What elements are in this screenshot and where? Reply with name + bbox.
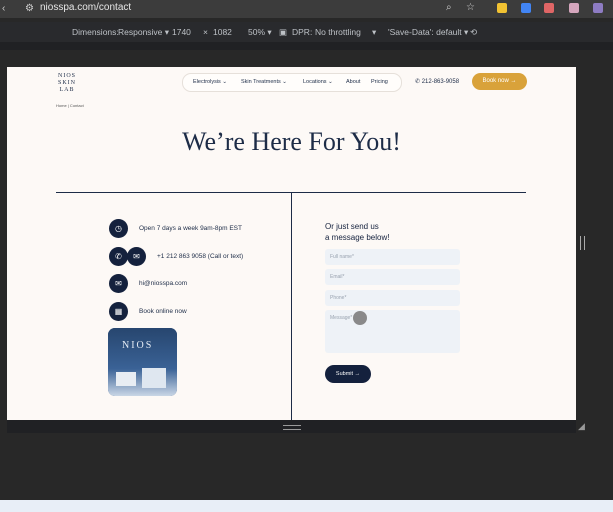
phone-icon[interactable]: ✆: [109, 247, 128, 266]
page-title: We’re Here For You!: [182, 127, 401, 156]
extension-icon[interactable]: [593, 3, 603, 13]
column-divider: [291, 192, 292, 420]
extension-icon[interactable]: [544, 3, 554, 13]
page-viewport: NIOS SKIN LAB Electrolysis ⌄ Skin Treatm…: [7, 67, 576, 420]
spa-photo: NIOS: [108, 328, 177, 396]
bookmark-star-icon[interactable]: ☆: [466, 2, 475, 13]
dpr-label[interactable]: DPR:: [292, 27, 312, 37]
header-phone[interactable]: ✆ 212-863-9058: [415, 78, 459, 85]
devtools-ruler: [0, 42, 613, 50]
book-now-button[interactable]: Book now →: [472, 73, 527, 90]
phone-icon: ✆: [415, 79, 421, 85]
resize-handle-right[interactable]: [580, 236, 585, 250]
url-text[interactable]: niosspa.com/contact: [40, 2, 131, 13]
email-link[interactable]: hi@niosspa.com: [139, 280, 187, 287]
nav-locations[interactable]: Locations ⌄: [303, 79, 333, 85]
browser-address-bar: ‹ ⚙ niosspa.com/contact ⌕ ☆: [0, 0, 613, 18]
phone-field[interactable]: Phone*: [325, 290, 460, 306]
resize-corner-icon[interactable]: ◢: [578, 421, 585, 432]
calendar-icon[interactable]: ▦: [109, 302, 128, 321]
dimensions-label: Dimensions:: [72, 27, 119, 37]
email-field[interactable]: Email*: [325, 269, 460, 285]
device-toolbar: Dimensions: Responsive ▾ 1740 × 1082 50%…: [0, 22, 613, 43]
dimensions-mode-select[interactable]: Responsive ▾: [118, 27, 169, 38]
email-icon[interactable]: ✉: [109, 274, 128, 293]
clock-icon: ◷: [109, 219, 128, 238]
photo-sign-text: NIOS: [122, 340, 154, 351]
message-field[interactable]: Message*: [325, 310, 460, 353]
breadcrumb: Home | Contact: [56, 103, 84, 108]
width-input[interactable]: 1740: [172, 27, 191, 37]
site-info-icon[interactable]: ⚙: [25, 3, 34, 14]
zoom-icon[interactable]: ⌕: [446, 2, 452, 13]
full-name-field[interactable]: Full name*: [325, 249, 460, 265]
dpr-icon: ▣: [279, 27, 288, 37]
nav-about[interactable]: About: [346, 79, 360, 85]
hours-text: Open 7 days a week 9am-8pm EST: [139, 225, 242, 232]
rotate-icon[interactable]: ⟲: [470, 27, 477, 38]
throttling-select[interactable]: No throttling: [315, 27, 361, 37]
extension-icon[interactable]: [497, 3, 507, 13]
nav-skin-treatments[interactable]: Skin Treatments ⌄: [241, 79, 287, 85]
main-nav: Electrolysis ⌄ Skin Treatments ⌄ Locatio…: [182, 73, 402, 92]
zoom-select[interactable]: 50% ▾: [248, 27, 272, 38]
book-online-link[interactable]: Book online now: [139, 308, 187, 315]
chat-icon[interactable]: ✉: [127, 247, 146, 266]
save-data-select[interactable]: 'Save-Data': default ▾: [388, 27, 468, 38]
times-sign: ×: [203, 27, 208, 37]
submit-button[interactable]: Submit →: [325, 365, 371, 383]
nav-pricing[interactable]: Pricing: [371, 79, 388, 85]
back-icon[interactable]: ‹: [2, 3, 5, 14]
extension-icon[interactable]: [521, 3, 531, 13]
nav-electrolysis[interactable]: Electrolysis ⌄: [193, 79, 227, 85]
touch-cursor: [353, 311, 367, 325]
chevron-down-icon: ▾: [372, 27, 377, 37]
os-taskbar: [0, 500, 613, 512]
site-logo[interactable]: NIOS SKIN LAB: [55, 73, 79, 94]
extension-icon[interactable]: [569, 3, 579, 13]
height-input[interactable]: 1082: [213, 27, 232, 37]
phone-text[interactable]: +1 212 863 9058 (Call or text): [157, 253, 243, 260]
resize-handle-bottom[interactable]: [283, 425, 301, 430]
form-title: Or just send us a message below!: [325, 222, 390, 242]
